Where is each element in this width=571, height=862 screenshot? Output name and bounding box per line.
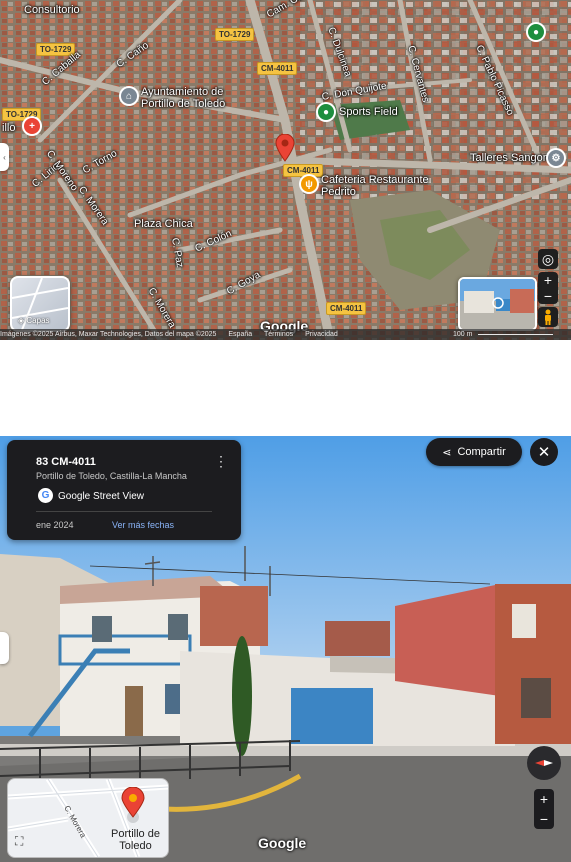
satellite-map[interactable]: TO-1729 TO-1729 TO-1729 CM-4011 CM-4011 … [0,0,571,340]
collapse-sidebar-tab[interactable]: ‹ [0,143,9,171]
layers-label: Capas [26,316,50,325]
zoom-in-button[interactable]: + [544,272,552,288]
place-label-partial: illo [2,122,16,134]
place-label-cafeteria[interactable]: Cafeteria Restaurante Pedrito [321,174,431,198]
imagery-credit: Imágenes ©2025 Airbus, Maxar Technologie… [0,331,217,338]
more-dates-link[interactable]: Ver más fechas [112,520,174,530]
place-label-talleres[interactable]: Talleres Sangom [470,152,552,164]
town-hall-icon[interactable]: ⌂ [121,88,137,104]
terms-link[interactable]: Términos [264,331,293,338]
share-label: Compartir [457,446,506,458]
road-shield-cm4011: CM-4011 [326,302,367,315]
pegman-button[interactable] [538,307,558,327]
source-label: Google Street View [58,491,144,502]
my-location-button[interactable]: ◎ [538,249,558,269]
location-info-card: 83 CM-4011 Portillo de Toledo, Castilla-… [7,440,241,540]
street-view-zoom-control[interactable]: + − [534,789,554,829]
close-icon: ✕ [537,444,551,461]
capture-date: ene 2024 [36,520,74,530]
scale-bar [478,334,553,335]
place-label-consultorio[interactable]: Consultorio [24,4,80,16]
collapse-sidebar-tab[interactable] [0,632,9,664]
locality-text: Portillo de Toledo, Castilla-La Mancha [36,471,187,481]
card-divider [36,511,212,512]
mini-map[interactable]: C. Morera Portillo de Toledo ⛶ [7,778,169,858]
scale-label[interactable]: 100 m [453,329,472,340]
road-shield-cm4011: CM-4011 [257,62,298,75]
zoom-out-button[interactable]: − [534,809,554,829]
street-view-thumbnail[interactable] [458,277,537,331]
country-link[interactable]: España [228,331,252,338]
place-label-plaza-chica[interactable]: Plaza Chica [134,218,193,230]
more-options-icon[interactable]: ⋮ [214,454,228,468]
share-icon: ⋖ [442,446,452,459]
crosshair-icon: ◎ [541,250,555,267]
road-shield-to1729: TO-1729 [215,28,255,41]
privacy-link[interactable]: Privacidad [305,331,338,338]
expand-icon[interactable]: ⛶ [15,834,23,849]
workshop-icon[interactable]: ⚙ [548,150,564,166]
compass-button[interactable] [527,746,561,780]
share-button[interactable]: ⋖ Compartir [426,438,522,466]
road-shield-cm4011: CM-4011 [283,164,324,177]
layers-button[interactable]: ◈ Capas [10,276,70,332]
place-label-sports-field[interactable]: Sports Field [339,106,398,118]
street-view-panorama[interactable]: 83 CM-4011 Portillo de Toledo, Castilla-… [0,436,571,862]
google-g-icon: G [38,488,53,503]
sports-field-icon[interactable]: ● [318,104,334,120]
address-title: 83 CM-4011 [36,456,96,468]
zoom-in-button[interactable]: + [534,789,554,809]
location-pin-icon[interactable] [275,134,295,162]
map-attribution-bar: Imágenes ©2025 Airbus, Maxar Technologie… [0,329,571,340]
location-pin-icon [121,787,145,823]
park-icon[interactable]: ● [528,24,544,40]
street-view-preview [460,279,535,329]
compass-icon [535,760,553,766]
mini-map-place-label: Portillo de Toledo [111,828,160,852]
zoom-out-button[interactable]: − [544,288,552,304]
place-label-ayuntamiento[interactable]: Ayuntamiento de Portillo de Toledo [141,86,251,110]
google-logo: Google [258,835,307,851]
zoom-control[interactable]: + − [538,272,558,304]
restaurant-icon[interactable]: ψ [301,176,317,192]
pegman-icon [545,309,551,325]
close-button[interactable]: ✕ [530,438,558,466]
health-icon[interactable]: + [24,118,40,134]
layers-icon: ◈ [18,316,25,325]
